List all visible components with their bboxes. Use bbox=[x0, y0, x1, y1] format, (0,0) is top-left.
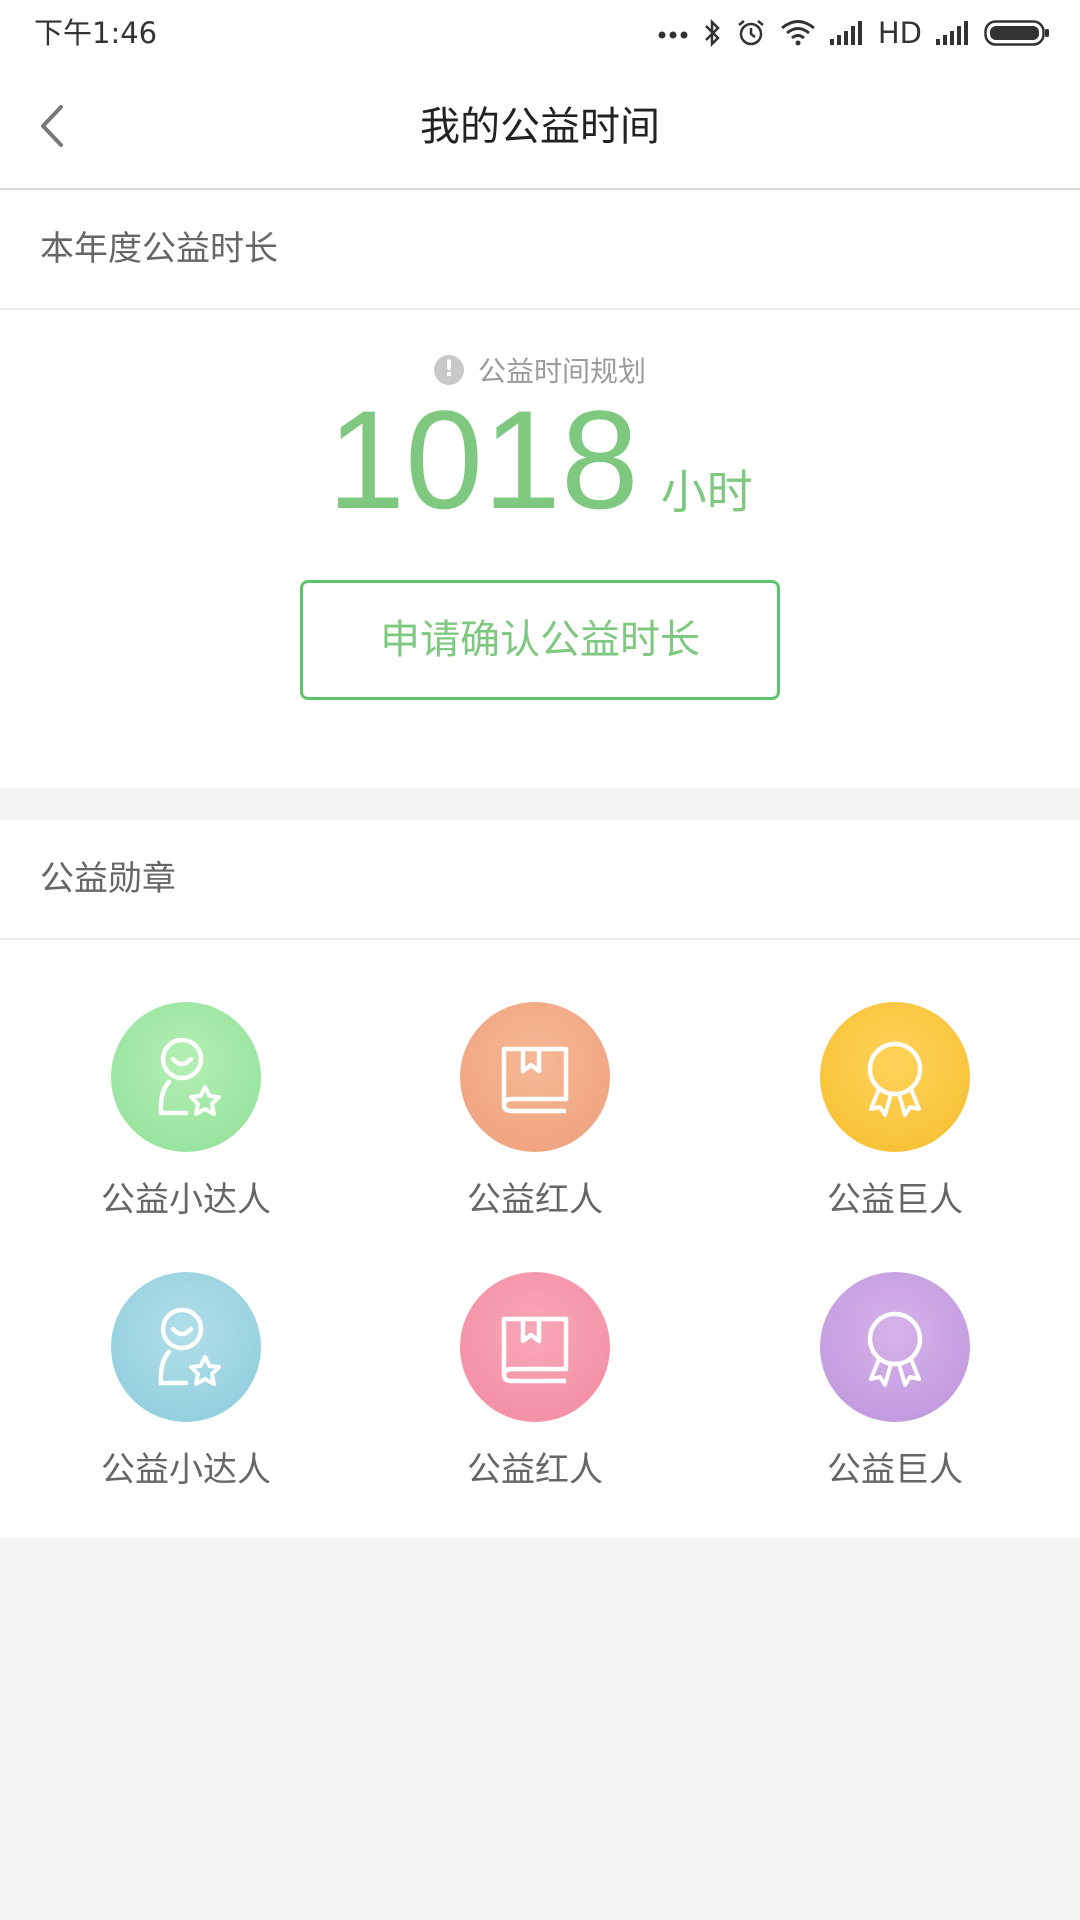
title-bar: 我的公益时间 bbox=[0, 66, 1080, 190]
medal-badge bbox=[460, 1272, 610, 1422]
medal-badge bbox=[820, 1002, 970, 1152]
medal-label: 公益巨人 bbox=[827, 1450, 963, 1490]
hours-unit: 小时 bbox=[660, 465, 753, 519]
annual-hours-section: 本年度公益时长 ! 公益时间规划 1018 小时 申请确认公益时长 bbox=[0, 190, 1080, 788]
medals-title: 公益勋章 bbox=[0, 820, 1080, 940]
medal-item[interactable]: 公益小达人 bbox=[66, 942, 306, 1220]
person-star-icon bbox=[158, 1307, 221, 1386]
status-icons: HD bbox=[658, 14, 1050, 52]
medal-badge bbox=[111, 1002, 261, 1152]
signal-icon bbox=[829, 21, 862, 45]
alarm-icon bbox=[738, 20, 764, 46]
apply-confirm-hours-button[interactable]: 申请确认公益时长 bbox=[300, 580, 780, 700]
hours-number: 1018 bbox=[327, 381, 639, 538]
book-icon bbox=[501, 1316, 569, 1384]
medal-item[interactable]: 公益巨人 bbox=[775, 1212, 1015, 1490]
signal-icon-2 bbox=[936, 21, 968, 45]
page-title: 我的公益时间 bbox=[420, 104, 660, 150]
battery-icon bbox=[984, 20, 1049, 46]
medals-section: 公益勋章 公益小达人 公益红人 公益巨人 公益小达人 公益红人 公益巨人 bbox=[0, 820, 1080, 1538]
award-ribbon-icon bbox=[867, 1311, 923, 1387]
medal-label: 公益小达人 bbox=[101, 1450, 271, 1490]
bluetooth-icon bbox=[704, 18, 720, 48]
medal-badge bbox=[111, 1272, 261, 1422]
award-ribbon-icon bbox=[867, 1041, 923, 1117]
person-star-icon bbox=[158, 1037, 221, 1116]
network-type-label: HD bbox=[877, 16, 922, 50]
medal-item[interactable]: 公益小达人 bbox=[66, 1212, 306, 1490]
medal-label: 公益红人 bbox=[467, 1450, 603, 1490]
hours-display: 1018 小时 bbox=[0, 390, 1080, 530]
medal-item[interactable]: 公益红人 bbox=[415, 1212, 655, 1490]
book-icon bbox=[501, 1046, 569, 1114]
annual-hours-title: 本年度公益时长 bbox=[0, 190, 1080, 310]
medal-item[interactable]: 公益巨人 bbox=[775, 942, 1015, 1220]
more-dots-icon bbox=[658, 31, 688, 39]
status-time: 下午1:46 bbox=[34, 16, 158, 50]
medal-badge bbox=[820, 1272, 970, 1422]
medal-grid: 公益小达人 公益红人 公益巨人 公益小达人 公益红人 公益巨人 bbox=[0, 942, 1080, 1538]
medal-badge bbox=[460, 1002, 610, 1152]
wifi-icon bbox=[780, 20, 815, 46]
status-bar: 下午1:46 HD bbox=[0, 0, 1080, 66]
medal-item[interactable]: 公益红人 bbox=[415, 942, 655, 1220]
